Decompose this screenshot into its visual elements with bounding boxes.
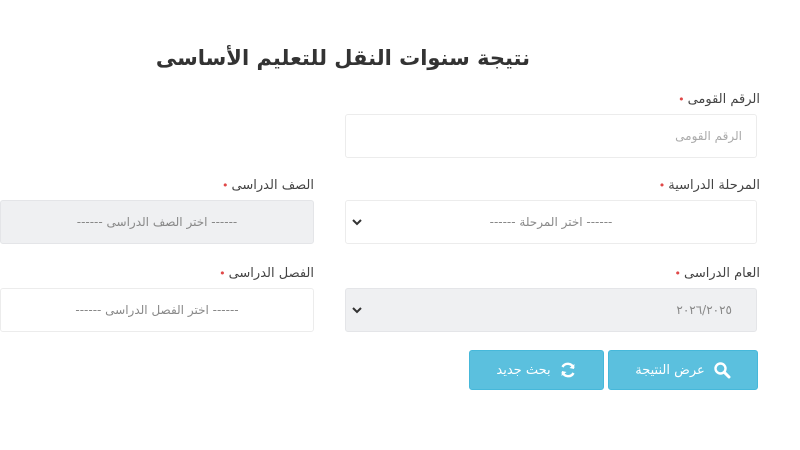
term-label-text: الفصل الدراسى bbox=[228, 266, 314, 281]
refresh-icon bbox=[560, 362, 575, 378]
required-mark: • bbox=[219, 267, 226, 280]
grade-select[interactable]: ------ اختر الصف الدراسى ------ bbox=[0, 200, 314, 244]
national-id-field[interactable] bbox=[345, 114, 757, 158]
required-mark: • bbox=[658, 179, 666, 192]
required-mark: • bbox=[678, 93, 685, 106]
stage-select[interactable]: ------ اختر المرحلة ------ bbox=[345, 200, 757, 244]
chevron-down-icon bbox=[352, 307, 362, 314]
required-mark: • bbox=[674, 267, 681, 280]
term-select[interactable]: ------ اختر الفصل الدراسى ------ bbox=[0, 288, 314, 332]
term-select-value: ------ اختر الفصل الدراسى ------ bbox=[75, 303, 239, 317]
show-result-label: عرض النتيجة bbox=[635, 362, 705, 378]
search-icon bbox=[714, 362, 731, 379]
stage-label-text: المرحلة الدراسية bbox=[668, 178, 760, 193]
required-mark: • bbox=[222, 179, 229, 192]
show-result-button[interactable]: عرض النتيجة bbox=[608, 350, 758, 390]
new-search-button[interactable]: بحث جديد bbox=[469, 350, 604, 390]
chevron-down-icon bbox=[352, 219, 362, 226]
term-label: الفصل الدراسى• bbox=[219, 266, 314, 281]
grade-label-text: الصف الدراسى bbox=[231, 178, 314, 193]
national-id-input[interactable] bbox=[346, 129, 756, 143]
national-id-label: الرقم القومى• bbox=[678, 92, 760, 107]
year-select-value: ٢٠٢٦/٢٠٢٥ bbox=[676, 303, 732, 317]
page-title: نتيجة سنوات النقل للتعليم الأساسى bbox=[155, 46, 530, 70]
year-label-text: العام الدراسى bbox=[683, 266, 760, 281]
year-select[interactable]: ٢٠٢٦/٢٠٢٥ bbox=[345, 288, 757, 332]
stage-label: المرحلة الدراسية• bbox=[659, 178, 760, 193]
grade-label: الصف الدراسى• bbox=[222, 178, 314, 193]
year-label: العام الدراسى• bbox=[674, 266, 760, 281]
new-search-label: بحث جديد bbox=[496, 362, 551, 378]
national-id-label-text: الرقم القومى bbox=[687, 92, 760, 107]
grade-select-value: ------ اختر الصف الدراسى ------ bbox=[76, 215, 238, 229]
stage-select-value: ------ اختر المرحلة ------ bbox=[489, 215, 613, 229]
